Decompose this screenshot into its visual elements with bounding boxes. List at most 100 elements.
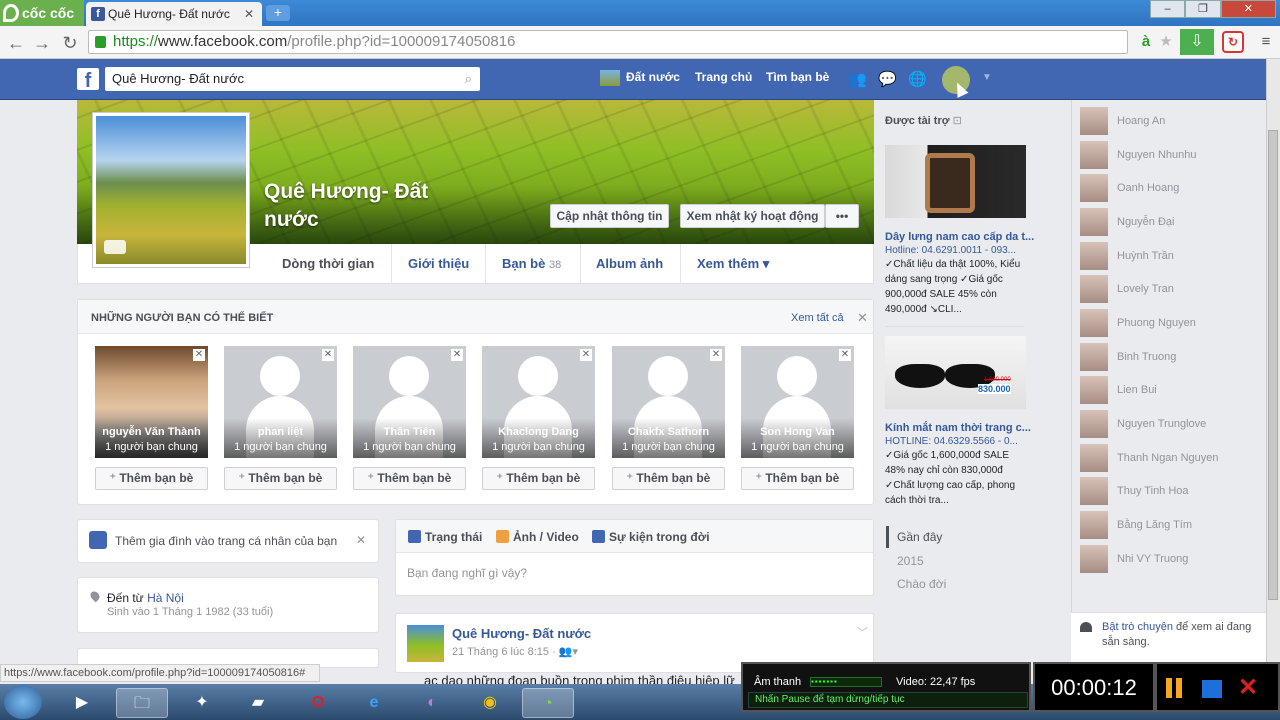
chat-contact[interactable]: Oanh Hoang	[1080, 174, 1260, 202]
pymk-name[interactable]: Son Hong Van	[741, 426, 854, 438]
chat-contact[interactable]: Phuong Nguyen	[1080, 309, 1260, 337]
dismiss-icon[interactable]: ✕	[580, 349, 592, 361]
pymk-card[interactable]: Khaclong Dang 1 người bạn chung ✕	[482, 346, 595, 458]
chat-contact[interactable]: Thanh Ngan Nguyen	[1080, 444, 1260, 472]
chrome-icon[interactable]: ◉	[464, 688, 516, 718]
windows-start-icon[interactable]	[4, 685, 42, 719]
dismiss-icon[interactable]: ✕	[839, 349, 851, 361]
new-tab-button[interactable]: +	[266, 5, 290, 21]
post-author-avatar[interactable]	[407, 625, 444, 662]
extension-icon[interactable]: ↻	[1222, 31, 1244, 53]
mutual-friends[interactable]: 1 người bạn chung	[482, 441, 595, 453]
notifications-globe-icon[interactable]: 🌐	[908, 70, 927, 88]
app-icon[interactable]: ◐	[406, 688, 458, 718]
dismiss-icon[interactable]: ✕	[193, 349, 205, 361]
activity-log-button[interactable]: Xem nhật ký hoạt động	[680, 204, 825, 228]
ad-title[interactable]: Kính mắt nam thời trang c...	[885, 422, 1031, 434]
add-friend-button[interactable]: ⁺ Thêm bạn bè	[224, 467, 337, 490]
chat-contact[interactable]: Huỳnh Trần	[1080, 242, 1260, 270]
menu-icon[interactable]: ≡	[1254, 31, 1278, 53]
close-family-icon[interactable]: ✕	[356, 533, 366, 547]
mutual-friends[interactable]: 1 người bạn chung	[224, 441, 337, 453]
dismiss-icon[interactable]: ✕	[710, 349, 722, 361]
bookmark-star-icon[interactable]: ★	[1154, 31, 1178, 53]
profile-picture[interactable]	[92, 112, 250, 268]
pymk-card[interactable]: Thân Tiên 1 người bạn chung ✕	[353, 346, 466, 458]
profile-name[interactable]: Quê Hương- Đất nước	[264, 178, 484, 234]
see-all-link[interactable]: Xem tất cả	[791, 312, 844, 324]
search-icon[interactable]: ⌕	[465, 67, 472, 91]
composer-life-event-tab[interactable]: Sự kiện trong đời	[592, 530, 710, 544]
friend-requests-icon[interactable]: 👥	[848, 70, 867, 88]
chat-contact[interactable]: Lovely Tran	[1080, 275, 1260, 303]
composer-status-tab[interactable]: Trạng thái	[408, 530, 482, 544]
post-options-chevron-icon[interactable]: ﹀	[857, 624, 868, 640]
mutual-friends[interactable]: 1 người bạn chung	[95, 441, 208, 453]
pymk-card[interactable]: nguyễn Văn Thành 1 người bạn chung ✕	[95, 346, 208, 458]
dismiss-icon[interactable]: ✕	[322, 349, 334, 361]
pymk-card[interactable]: Chakfx Sathorn 1 người bạn chung ✕	[612, 346, 725, 458]
account-menu-chevron-icon[interactable]: ▼	[982, 72, 992, 83]
messages-icon[interactable]: 💬	[878, 70, 897, 88]
add-friend-button[interactable]: ⁺ Thêm bạn bè	[741, 467, 854, 490]
add-family-link[interactable]: Thêm gia đình vào trang cá nhân của bạn	[115, 534, 337, 548]
composer-photo-tab[interactable]: Ảnh / Video	[496, 530, 579, 544]
chat-contact[interactable]: Binh Truong	[1080, 343, 1260, 371]
coccoc-taskbar-icon[interactable]: ◔	[522, 688, 574, 718]
chat-contact[interactable]: Nguyễn Đại	[1080, 208, 1260, 236]
internet-explorer-icon[interactable]: e	[348, 688, 400, 718]
close-pymk-icon[interactable]: ✕	[857, 310, 868, 326]
restore-icon[interactable]: ❐	[1185, 0, 1221, 18]
camera-icon[interactable]	[104, 240, 126, 254]
reload-icon[interactable]: ↻	[60, 33, 80, 54]
pymk-name[interactable]: Chakfx Sathorn	[612, 426, 725, 438]
opera-icon[interactable]: O	[292, 688, 344, 718]
tab-albums[interactable]: Album ảnh	[596, 256, 663, 271]
nav-profile[interactable]: Đất nước	[600, 70, 680, 86]
stop-icon[interactable]	[1202, 680, 1222, 698]
turn-on-chat-link[interactable]: Bật trò chuyện	[1102, 621, 1173, 633]
chat-contact[interactable]: Thuy Tinh Hoa	[1080, 477, 1260, 505]
pymk-name[interactable]: Khaclong Dang	[482, 426, 595, 438]
timeline-nav-recent[interactable]: Gần đây	[897, 530, 942, 544]
more-options-button[interactable]: •••	[825, 204, 859, 228]
file-explorer-icon[interactable]: 🗀	[116, 688, 168, 718]
url-bar[interactable]: https://www.facebook.com/profile.php?id=…	[88, 30, 1128, 54]
chat-contact[interactable]: Lien Bui	[1080, 376, 1260, 404]
app-icon[interactable]: ✦	[176, 688, 228, 718]
timeline-nav-2015[interactable]: 2015	[897, 554, 924, 568]
mutual-friends[interactable]: 1 người bạn chung	[612, 441, 725, 453]
chat-contact[interactable]: Hoang An	[1080, 107, 1260, 135]
tab-more[interactable]: Xem thêm ▾	[697, 256, 769, 272]
ad-title[interactable]: Dây lưng nam cao cấp da t...	[885, 231, 1034, 243]
add-friend-button[interactable]: ⁺ Thêm bạn bè	[482, 467, 595, 490]
ad-image-sunglasses[interactable]	[885, 336, 1026, 409]
chat-contact[interactable]: Bằng Lăng Tím	[1080, 511, 1260, 539]
media-player-icon[interactable]: ▶	[56, 688, 108, 718]
close-recorder-icon[interactable]: ✕	[1238, 674, 1258, 702]
tab-about[interactable]: Giới thiệu	[408, 256, 469, 271]
search-input[interactable]: Quê Hương- Đất nước ⌕	[105, 67, 480, 91]
mutual-friends[interactable]: 1 người bạn chung	[353, 441, 466, 453]
chat-contact[interactable]: Nguyen Trunglove	[1080, 410, 1260, 438]
timeline-nav-born[interactable]: Chào đời	[897, 577, 946, 591]
chat-contact[interactable]: Nhi VY Truong	[1080, 545, 1260, 573]
browser-tab[interactable]: f Quê Hương- Đất nước ✕	[86, 2, 262, 26]
pymk-name[interactable]: nguyễn Văn Thành	[95, 426, 208, 438]
add-friend-button[interactable]: ⁺ Thêm bạn bè	[353, 467, 466, 490]
chat-contact[interactable]: Nguyen Nhunhu	[1080, 141, 1260, 169]
close-window-icon[interactable]: ✕	[1220, 0, 1276, 18]
pause-icon[interactable]	[1166, 678, 1172, 698]
hometown-link[interactable]: Hà Nội	[147, 591, 184, 605]
update-info-button[interactable]: Cập nhật thông tin	[550, 204, 669, 228]
post-author-name[interactable]: Quê Hương- Đất nước	[452, 626, 591, 641]
pymk-card[interactable]: phan liệt 1 người bạn chung ✕	[224, 346, 337, 458]
forward-icon[interactable]: →	[32, 33, 52, 54]
post-timestamp[interactable]: 21 Tháng 6 lúc 8:15 · 👥▾	[452, 645, 578, 658]
facebook-logo-icon[interactable]: f	[77, 68, 99, 92]
app-icon[interactable]: ▰	[232, 688, 284, 718]
minimize-icon[interactable]: –	[1150, 0, 1186, 18]
mutual-friends[interactable]: 1 người bạn chung	[741, 441, 854, 453]
back-icon[interactable]: ←	[6, 33, 26, 54]
nav-find-friends[interactable]: Tìm bạn bè	[766, 70, 829, 84]
